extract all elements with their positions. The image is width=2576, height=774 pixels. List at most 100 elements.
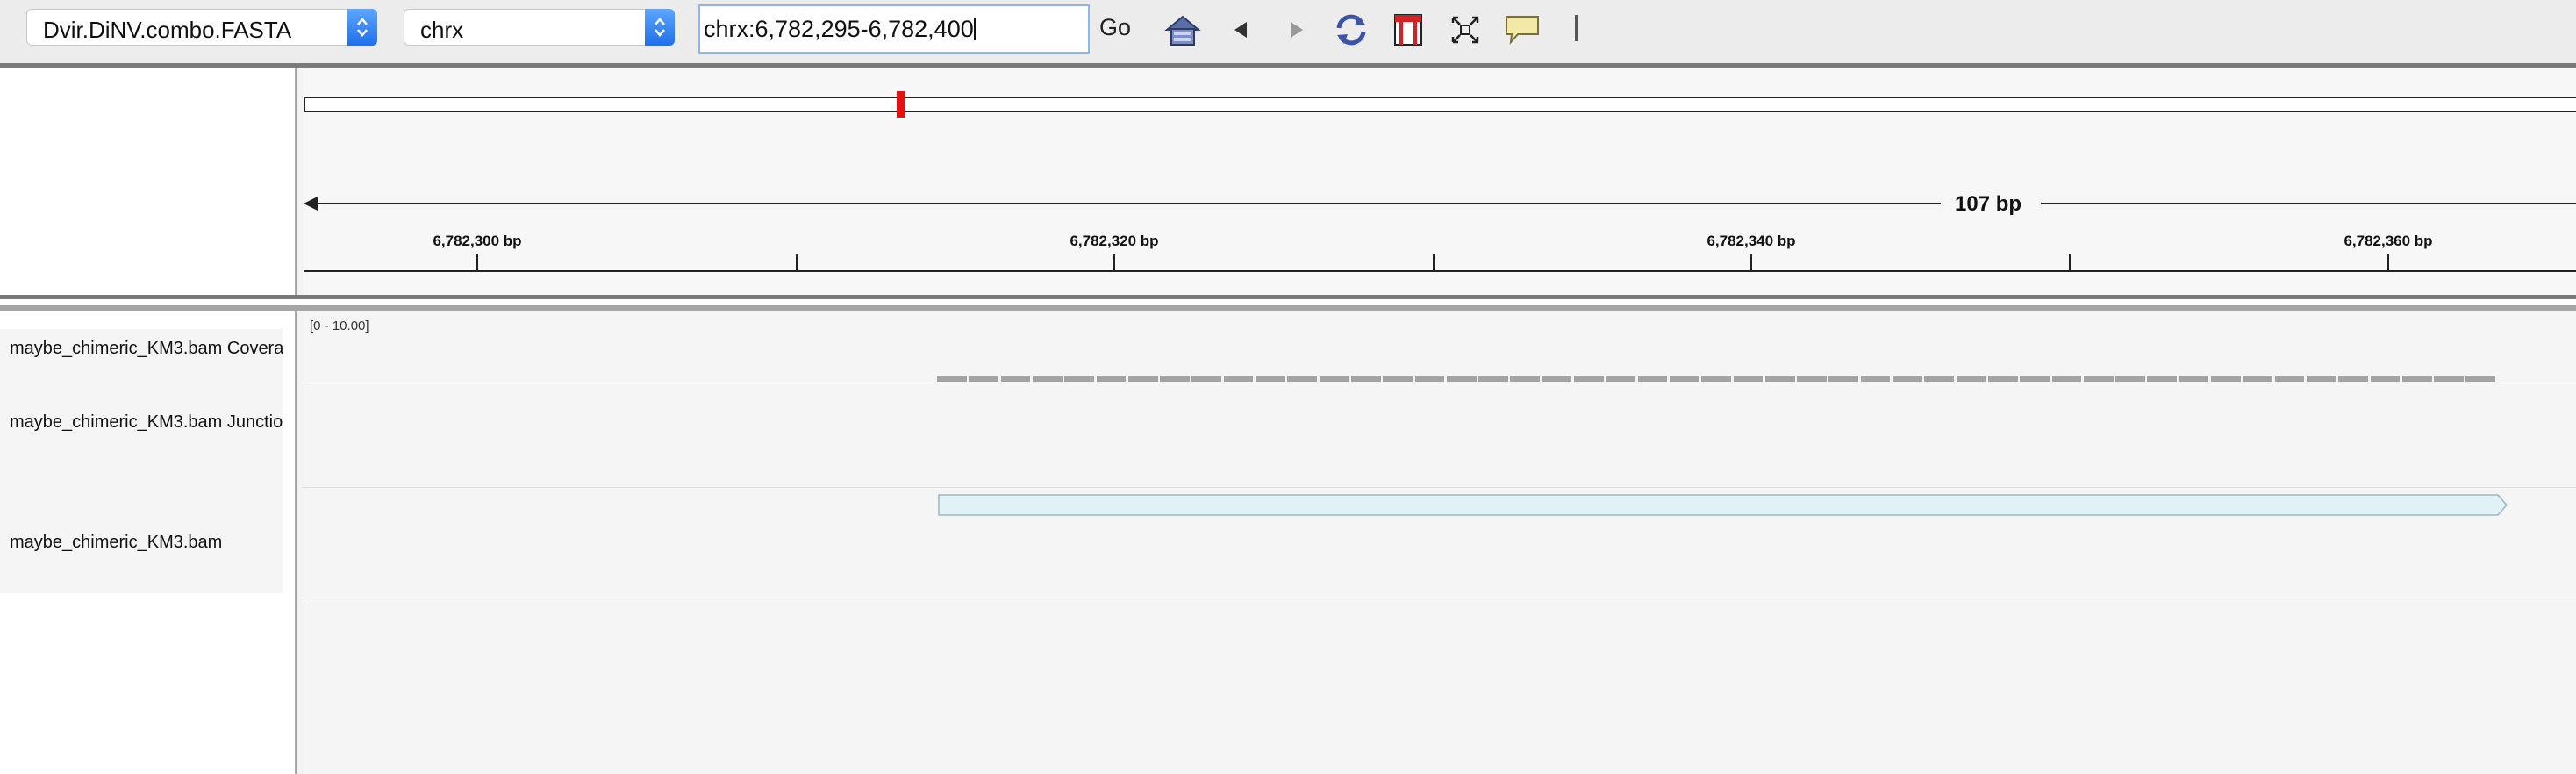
coverage-bar <box>1350 376 1381 382</box>
coverage-bar <box>1893 376 1922 382</box>
toolbar: Dvir.DiNV.combo.FASTA chrx chrx:6,782,29… <box>0 0 2576 63</box>
coverage-bar <box>2401 376 2432 382</box>
coverage-bar <box>2465 376 2496 382</box>
coverage-bar <box>1127 376 1158 382</box>
genome-dropdown-label: Dvir.DiNV.combo.FASTA <box>43 17 292 43</box>
roi-icon <box>1394 14 1422 46</box>
ruler-span-label: 107 bp <box>1955 192 2022 216</box>
ruler-tick-label: 6,782,360 bp <box>2343 233 2433 249</box>
coverage-bar <box>1987 376 2018 382</box>
coverage-bar <box>1542 376 1572 382</box>
ruler-major-tick <box>2387 254 2389 270</box>
header-name-panel <box>0 68 297 295</box>
coverage-data-range: [0 - 10.00] <box>310 319 369 333</box>
coverage-bar <box>2243 376 2273 382</box>
popup-info-icon <box>1506 16 1539 46</box>
coverage-bar <box>1383 376 1413 382</box>
coverage-bar <box>937 376 967 382</box>
coverage-bar <box>2370 376 2401 382</box>
chromosome-ideogram[interactable] <box>304 97 2576 112</box>
coverage-bar <box>2083 376 2114 382</box>
ruler-tick-label: 6,782,340 bp <box>1707 233 1796 249</box>
coverage-bar <box>1860 376 1891 382</box>
coverage-bar <box>1701 376 1731 382</box>
chromosome-dropdown-label: chrx <box>420 17 464 43</box>
refresh-icon <box>1336 14 1366 46</box>
coverage-bar <box>2338 376 2368 382</box>
coverage-bar <box>1446 376 1477 382</box>
genome-dropdown[interactable]: Dvir.DiNV.combo.FASTA <box>26 9 377 46</box>
home-button[interactable] <box>1163 11 1202 49</box>
toolbar-separator <box>0 63 2576 68</box>
coverage-bar <box>2179 376 2209 382</box>
coverage-bar <box>2020 376 2050 382</box>
ruler-minor-tick <box>2069 254 2071 270</box>
coverage-bar <box>1764 376 1795 382</box>
ruler-tick-label: 6,782,320 bp <box>1070 233 1159 249</box>
coverage-bar <box>1000 376 1031 382</box>
locus-search-text: chrx:6,782,295-6,782,400 <box>704 16 974 42</box>
ruler-tick-label: 6,782,300 bp <box>433 233 522 249</box>
ruler-major-tick <box>1750 254 1752 270</box>
coverage-bar <box>1924 376 1955 382</box>
back-icon <box>1234 22 1247 38</box>
dropdown-arrows-icon <box>645 9 675 46</box>
junction-track-name[interactable]: maybe_chimeric_KM3.bam Junctions <box>10 412 283 433</box>
aligned-read[interactable] <box>938 494 2508 516</box>
back-button[interactable] <box>1221 11 1260 49</box>
coverage-bar <box>1606 376 1636 382</box>
ruler-span-line-right <box>2041 203 2576 204</box>
coverage-bar <box>1256 376 1285 382</box>
coverage-track-name[interactable]: maybe_chimeric_KM3.bam Coverage <box>10 339 283 359</box>
coverage-bar <box>1160 376 1190 382</box>
coverage-bar <box>2115 376 2145 382</box>
chromosome-dropdown[interactable]: chrx <box>404 9 675 46</box>
forward-button[interactable] <box>1277 11 1316 49</box>
coverage-bar <box>2147 376 2178 382</box>
region-of-interest-button[interactable] <box>1389 11 1428 49</box>
home-icon <box>1164 15 1201 46</box>
coverage-bar <box>1956 376 1986 382</box>
header-gap <box>0 299 2576 305</box>
coverage-bar <box>1733 376 1764 382</box>
go-button[interactable]: Go <box>1099 14 1131 41</box>
track-divider <box>303 487 2576 488</box>
coverage-bar <box>2306 376 2336 382</box>
popup-info-button[interactable] <box>1503 11 1542 49</box>
dropdown-arrows-icon <box>347 9 377 46</box>
coverage-bar <box>969 376 999 382</box>
fit-window-icon <box>1451 16 1479 44</box>
coverage-bar <box>1510 376 1541 382</box>
coverage-bar <box>1828 376 1859 382</box>
toolbar-divider <box>1575 15 1578 41</box>
coverage-bar <box>2274 376 2305 382</box>
ruler-minor-tick <box>796 254 798 270</box>
coverage-bar <box>1637 376 1668 382</box>
coverage-bar <box>2434 376 2464 382</box>
coverage-bar <box>1414 376 1445 382</box>
coverage-bar <box>1478 376 1508 382</box>
forward-icon <box>1291 22 1303 38</box>
fit-to-window-button[interactable] <box>1446 11 1485 49</box>
ruler-minor-tick <box>1433 254 1435 270</box>
coverage-bar <box>1669 376 1699 382</box>
coverage-bar <box>1096 376 1127 382</box>
coverage-bar <box>1797 376 1827 382</box>
coverage-bar <box>1223 376 1254 382</box>
coverage-bar <box>1319 376 1349 382</box>
coverage-bar <box>1032 376 1063 382</box>
ruler-baseline <box>304 270 2576 272</box>
track-name-background <box>0 329 283 593</box>
ruler-major-tick <box>476 254 478 270</box>
coverage-bar <box>2051 376 2082 382</box>
ruler-span-line <box>309 203 1941 204</box>
coverage-bar <box>1287 376 1318 382</box>
text-cursor <box>973 18 976 40</box>
ruler-major-tick <box>1113 254 1115 270</box>
coverage-bar <box>1191 376 1222 382</box>
coverage-bar <box>1064 376 1094 382</box>
refresh-button[interactable] <box>1332 11 1370 49</box>
coverage-bar <box>1574 376 1604 382</box>
locus-search-input[interactable]: chrx:6,782,295-6,782,400 <box>698 4 1090 54</box>
alignment-track-name[interactable]: maybe_chimeric_KM3.bam <box>10 533 283 553</box>
